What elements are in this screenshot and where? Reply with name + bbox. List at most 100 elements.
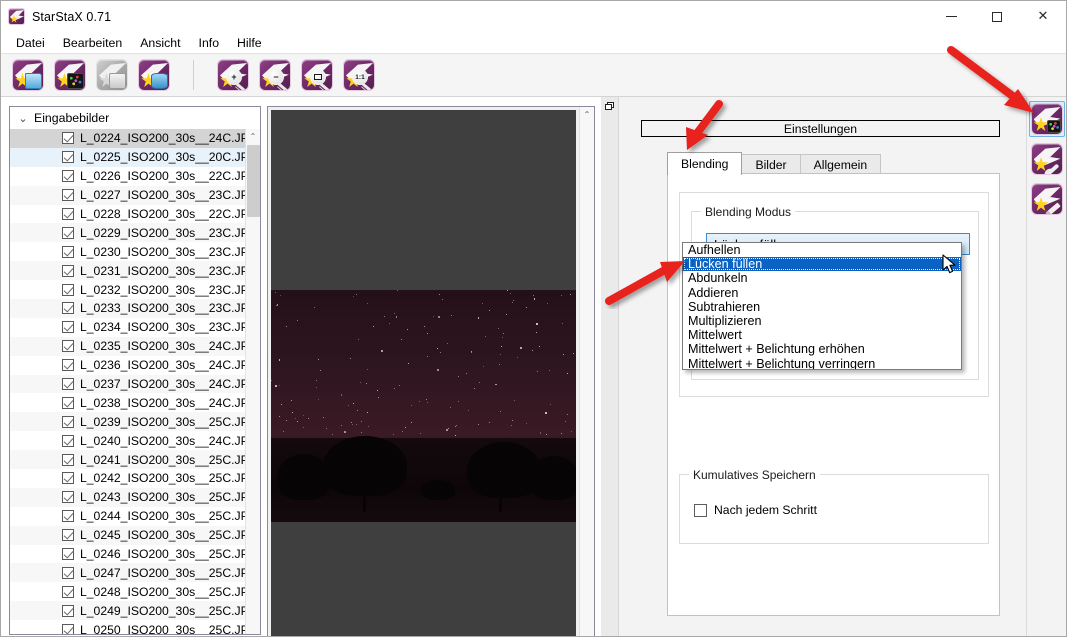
file-list-item[interactable]: L_0241_ISO200_30s__25C.JPG (10, 450, 260, 469)
zoom-fit-button[interactable] (298, 57, 336, 93)
file-checkbox[interactable] (62, 208, 74, 220)
dropdown-option[interactable]: Subtrahieren (683, 300, 961, 314)
file-checkbox[interactable] (62, 624, 74, 634)
preview-scroll-up-icon[interactable]: ⌃ (580, 107, 594, 122)
file-list-item[interactable]: L_0237_ISO200_30s__24C.JPG (10, 375, 260, 394)
tab-allgemein[interactable]: Allgemein (800, 154, 882, 175)
nach-jedem-schritt-checkbox[interactable] (694, 504, 707, 517)
file-list-item[interactable]: L_0238_ISO200_30s__24C.JPG (10, 393, 260, 412)
file-checkbox[interactable] (62, 227, 74, 239)
file-checkbox[interactable] (62, 548, 74, 560)
menu-hilfe[interactable]: Hilfe (228, 34, 271, 52)
file-checkbox[interactable] (62, 397, 74, 409)
file-list-item[interactable]: L_0246_ISO200_30s__25C.JPG (10, 545, 260, 564)
file-list-item[interactable]: L_0248_ISO200_30s__25C.JPG (10, 582, 260, 601)
file-list-item[interactable]: L_0243_ISO200_30s__25C.JPG (10, 488, 260, 507)
dropdown-option[interactable]: Lücken füllen (683, 257, 961, 271)
file-list-item[interactable]: L_0233_ISO200_30s__23C.JPG (10, 299, 260, 318)
file-list-item[interactable]: L_0235_ISO200_30s__24C.JPG (10, 337, 260, 356)
file-list-item[interactable]: L_0228_ISO200_30s__22C.JPG (10, 205, 260, 224)
file-checkbox[interactable] (62, 321, 74, 333)
file-checkbox[interactable] (62, 586, 74, 598)
save-stack-button[interactable] (135, 57, 173, 93)
file-checkbox[interactable] (62, 302, 74, 314)
file-list-item[interactable]: L_0234_ISO200_30s__23C.JPG (10, 318, 260, 337)
undock-icon[interactable] (605, 102, 615, 111)
file-checkbox[interactable] (62, 378, 74, 390)
file-list-item[interactable]: L_0245_ISO200_30s__25C.JPG (10, 526, 260, 545)
file-checkbox[interactable] (62, 416, 74, 428)
file-checkbox[interactable] (62, 284, 74, 296)
file-list-item[interactable]: L_0250_ISO200_30s__25C.JPG (10, 620, 260, 634)
dropdown-option[interactable]: Abdunkeln (683, 271, 961, 285)
starstax-window: StarStaX 0.71 ✕ Datei Bearbeiten Ansicht… (0, 0, 1067, 637)
file-checkbox[interactable] (62, 132, 74, 144)
file-list-item[interactable]: L_0239_ISO200_30s__25C.JPG (10, 412, 260, 431)
file-checkbox[interactable] (62, 189, 74, 201)
file-checkbox[interactable] (62, 246, 74, 258)
zoom-in-button[interactable]: + (214, 57, 252, 93)
file-checkbox[interactable] (62, 151, 74, 163)
file-checkbox[interactable] (62, 265, 74, 277)
file-list-item[interactable]: L_0226_ISO200_30s__22C.JPG (10, 167, 260, 186)
file-list-item[interactable]: L_0236_ISO200_30s__24C.JPG (10, 356, 260, 375)
preview-scrollbar[interactable]: ⌃ (579, 107, 594, 637)
scroll-up-arrow-icon[interactable]: ⌃ (246, 129, 260, 144)
edit-panel-button[interactable] (1029, 181, 1065, 217)
dropdown-option[interactable]: Mittelwert (683, 328, 961, 342)
file-checkbox[interactable] (62, 472, 74, 484)
menu-info[interactable]: Info (190, 34, 229, 52)
dropdown-option[interactable]: Multiplizieren (683, 314, 961, 328)
file-list-item[interactable]: L_0229_ISO200_30s__23C.JPG (10, 223, 260, 242)
dropdown-option[interactable]: Addieren (683, 286, 961, 300)
file-checkbox[interactable] (62, 529, 74, 541)
file-checkbox[interactable] (62, 510, 74, 522)
menu-ansicht[interactable]: Ansicht (131, 34, 189, 52)
file-list[interactable]: L_0224_ISO200_30s__24C.JPGL_0225_ISO200_… (10, 129, 260, 634)
close-button[interactable]: ✕ (1020, 1, 1066, 32)
zoom-actual-button[interactable]: 1:1 (340, 57, 378, 93)
chevron-down-icon[interactable]: ⌄ (16, 112, 30, 125)
menu-datei[interactable]: Datei (7, 34, 54, 52)
print-button[interactable] (93, 57, 131, 93)
file-list-scrollbar[interactable]: ⌃ (245, 129, 260, 634)
dropdown-option[interactable]: Mittelwert + Belichtung erhöhen (683, 342, 961, 356)
dropdown-option[interactable]: Mittelwert + Belichtung verringern (683, 357, 961, 371)
file-list-item[interactable]: L_0240_ISO200_30s__24C.JPG (10, 431, 260, 450)
zoom-out-button[interactable]: − (256, 57, 294, 93)
file-list-item[interactable]: L_0225_ISO200_30s__20C.JPG (10, 148, 260, 167)
blending-mode-dropdown-list[interactable]: AufhellenLücken füllenAbdunkelnAddierenS… (682, 242, 962, 370)
file-checkbox[interactable] (62, 435, 74, 447)
minimize-button[interactable] (928, 1, 974, 32)
file-list-item[interactable]: L_0227_ISO200_30s__23C.JPG (10, 186, 260, 205)
open-images-button[interactable] (9, 57, 47, 93)
tree-header-eingabebilder[interactable]: ⌄ Eingabebilder (10, 107, 260, 129)
file-list-item[interactable]: L_0247_ISO200_30s__25C.JPG (10, 563, 260, 582)
file-list-item[interactable]: L_0231_ISO200_30s__23C.JPG (10, 261, 260, 280)
file-checkbox[interactable] (62, 359, 74, 371)
open-frames-button[interactable] (51, 57, 89, 93)
scrollbar-thumb[interactable] (247, 145, 260, 217)
file-checkbox[interactable] (62, 170, 74, 182)
tab-blending[interactable]: Blending (667, 152, 742, 175)
file-list-item[interactable]: L_0230_ISO200_30s__23C.JPG (10, 242, 260, 261)
file-list-item[interactable]: L_0232_ISO200_30s__23C.JPG (10, 280, 260, 299)
file-checkbox[interactable] (62, 454, 74, 466)
file-checkbox[interactable] (62, 605, 74, 617)
file-checkbox[interactable] (62, 491, 74, 503)
menu-bearbeiten[interactable]: Bearbeiten (54, 34, 131, 52)
dropdown-option[interactable]: Aufhellen (683, 243, 961, 257)
file-list-item[interactable]: L_0224_ISO200_30s__24C.JPG (10, 129, 260, 148)
nach-jedem-schritt-row[interactable]: Nach jedem Schritt (694, 503, 817, 517)
file-list-item[interactable]: L_0249_ISO200_30s__25C.JPG (10, 601, 260, 620)
settings-panel-button[interactable] (1029, 101, 1065, 137)
file-list-item[interactable]: L_0244_ISO200_30s__25C.JPG (10, 507, 260, 526)
file-checkbox[interactable] (62, 340, 74, 352)
file-list-item[interactable]: L_0242_ISO200_30s__25C.JPG (10, 469, 260, 488)
maximize-button[interactable] (974, 1, 1020, 32)
file-checkbox[interactable] (62, 567, 74, 579)
tools-panel-button[interactable] (1029, 141, 1065, 177)
tab-bilder[interactable]: Bilder (741, 154, 800, 175)
image-preview-canvas[interactable] (271, 110, 576, 637)
file-name-label: L_0249_ISO200_30s__25C.JPG (80, 604, 258, 618)
